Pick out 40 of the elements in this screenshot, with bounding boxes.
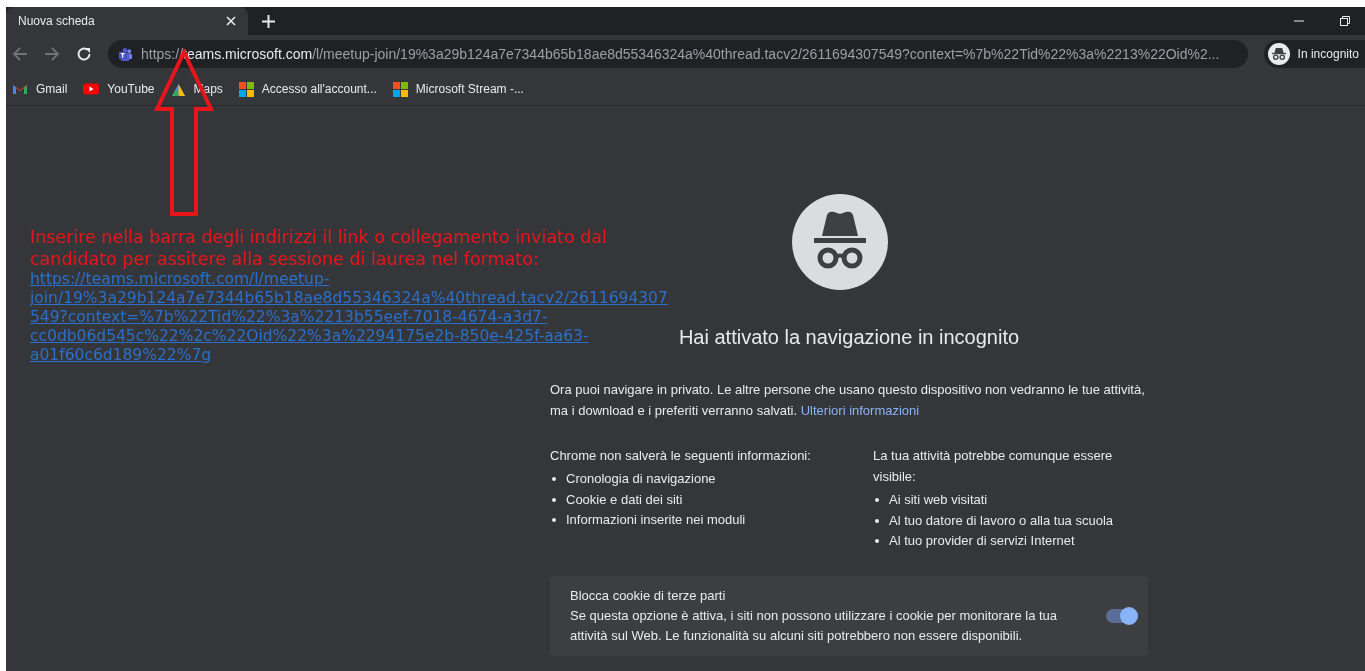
bookmark[interactable]: Microsoft Stream -... — [392, 81, 524, 97]
play-icon — [83, 83, 100, 95]
incognito-icon — [1267, 43, 1290, 65]
four-squares-icon — [238, 81, 254, 97]
bullet-icon — [875, 498, 879, 503]
bookmark[interactable]: Accesso all'account... — [238, 81, 377, 97]
forward-icon[interactable] — [44, 46, 60, 62]
bullet-icon — [552, 518, 556, 523]
bullet-icon — [875, 518, 879, 523]
list-item: Ai siti web visitati — [889, 491, 988, 509]
list-item: Cronologia di navigazione — [566, 470, 716, 488]
incognito-icon — [792, 194, 888, 290]
list-item: Informazioni inserite nei moduli — [566, 511, 746, 529]
column-heading: Chrome non salverà le seguenti informazioni: — [550, 447, 812, 465]
bullet-icon — [552, 497, 556, 502]
toggle-switch[interactable] — [1106, 608, 1136, 623]
list-item: Al tuo provider di servizi Internet — [889, 532, 1075, 550]
bookmark[interactable]: Gmail — [12, 82, 68, 96]
plus-icon[interactable] — [262, 14, 275, 28]
restore-icon[interactable] — [1340, 16, 1350, 26]
profile-button[interactable]: In incognito — [1263, 40, 1365, 68]
bullet-icon — [552, 477, 556, 482]
people-icon — [118, 46, 133, 62]
list-item: Al tuo datore di lavoro o alla tua scuola — [889, 511, 1114, 530]
list-item: Cookie e dati dei siti — [566, 490, 683, 509]
mail-icon — [12, 83, 28, 95]
annotation-text: Inserire nella barra degli indirizzi il link o collegamento inviato dal candidato per assitere alla sessione di laurea nel formato: — [30, 226, 608, 270]
close-icon[interactable] — [226, 16, 236, 26]
card-description: Se questa opzione è attiva, i siti non possono utilizzare i cookie per monitorare la tua attività sul Web. Le funzionalità su alcuni siti potrebbero non essere disponibili. — [570, 606, 1059, 645]
browser-tab[interactable]: Nuova scheda — [6, 7, 248, 35]
learn-more-link[interactable]: Ulteriori informazioni — [800, 403, 920, 418]
bookmark[interactable]: YouTube — [83, 82, 155, 96]
intro-paragraph: Ora puoi navigare in privato. Le altre persone che usano questo dispositivo non vedranno le tue attività, ma i download e i preferiti verranno salvati. Ulteriori informazioni — [550, 381, 1146, 420]
card-title: Blocca cookie di terze parti — [570, 586, 727, 605]
four-squares-icon — [392, 81, 408, 97]
column-heading: La tua attività potrebbe comunque essere visibile: — [873, 447, 1114, 486]
bullet-icon — [875, 539, 879, 544]
map-icon — [170, 81, 186, 97]
back-icon[interactable] — [12, 46, 28, 62]
reload-icon[interactable] — [76, 46, 92, 62]
